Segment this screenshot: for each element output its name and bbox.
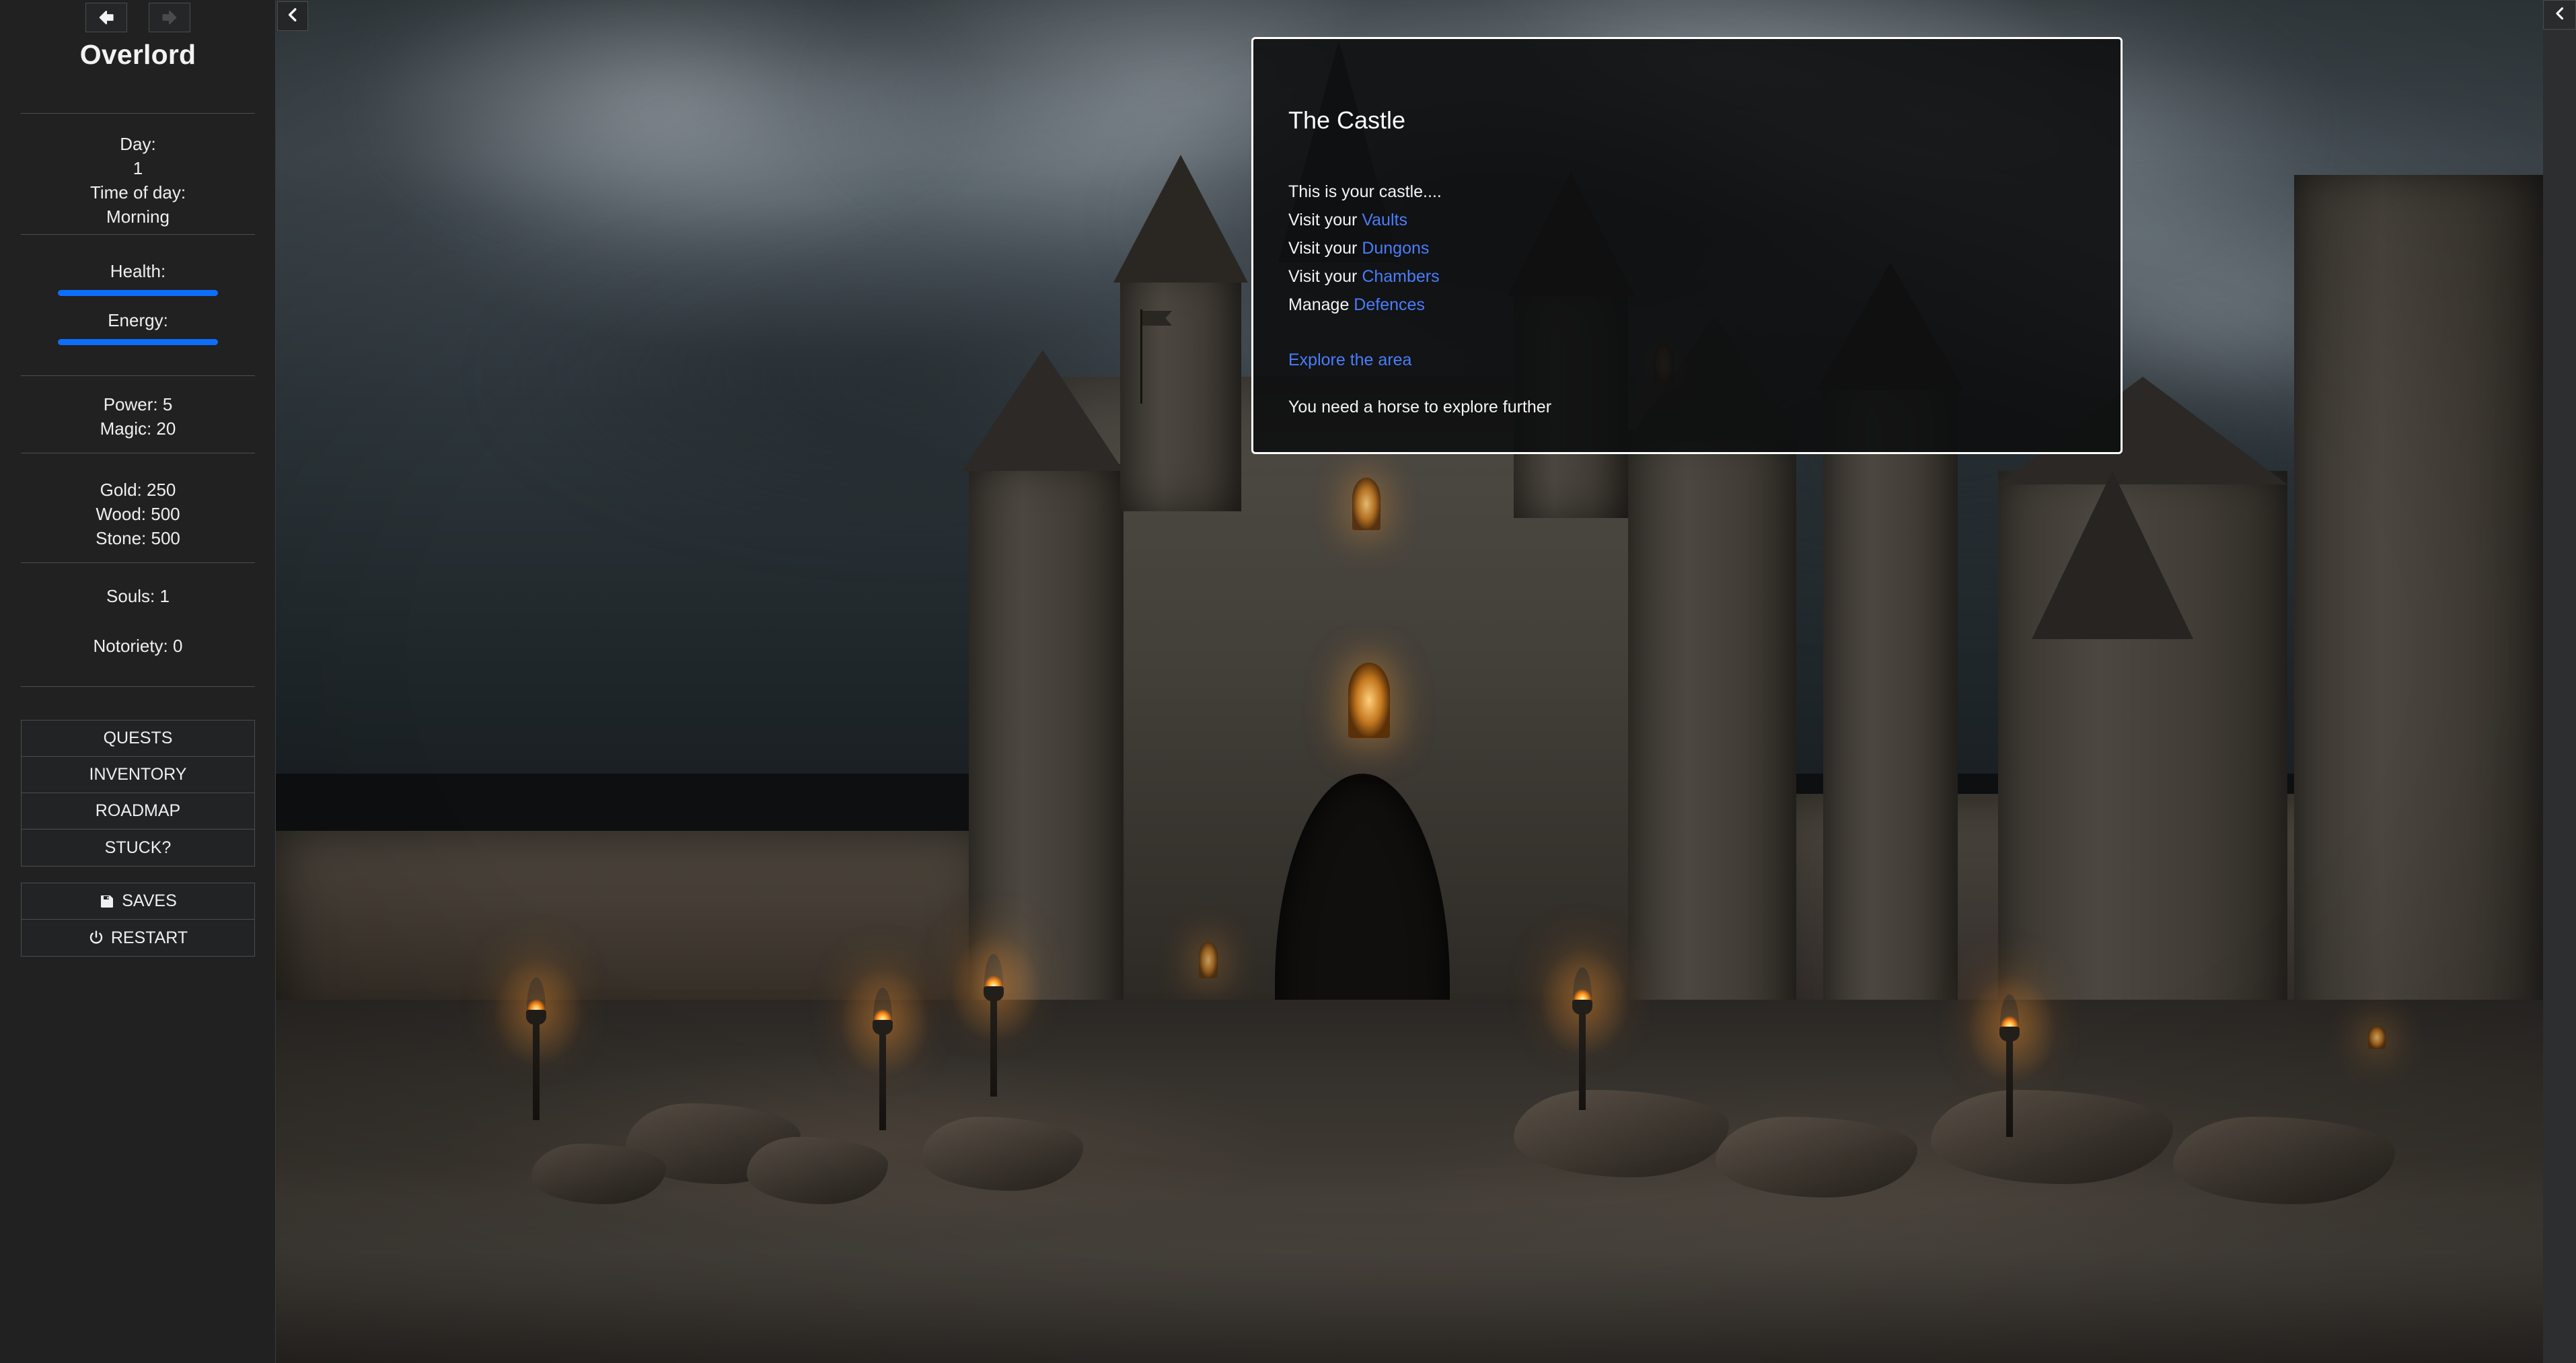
game-app: Overlord Day: 1 Time of day: Morning Hea…	[0, 0, 2576, 1363]
vaults-link[interactable]: Vaults	[1362, 211, 1407, 229]
time-of-day-label: Time of day:	[89, 182, 186, 202]
quests-button[interactable]: QUESTS	[22, 721, 254, 757]
explore-requirement-note: You need a horse to explore further	[1288, 398, 1552, 416]
roadmap-button[interactable]: ROADMAP	[22, 793, 254, 830]
castle-tower-far-right	[2294, 175, 2543, 1070]
gold-stat: Gold: 250	[100, 480, 176, 500]
inventory-button-label: INVENTORY	[89, 765, 187, 784]
restart-button-label: RESTART	[110, 928, 188, 947]
inventory-button[interactable]: INVENTORY	[22, 757, 254, 793]
right-sidebar	[2543, 0, 2576, 1363]
divider-menu	[0, 686, 276, 687]
forward-button[interactable]	[149, 3, 190, 32]
health-bar	[58, 290, 218, 296]
vaults-prefix: Visit your	[1288, 211, 1362, 229]
arrow-left-icon	[97, 8, 116, 27]
saves-button-label: SAVES	[122, 891, 177, 910]
explore-area-link[interactable]: Explore the area	[1288, 351, 1411, 369]
restart-button[interactable]: RESTART	[22, 920, 254, 956]
notoriety-section: Notoriety: 0	[0, 634, 276, 658]
power-stat: Power: 5	[103, 394, 173, 414]
sidebar-nav-row	[0, 3, 276, 32]
arrow-right-icon	[160, 8, 179, 27]
defences-prefix: Manage	[1288, 295, 1354, 314]
health-label: Health:	[110, 261, 166, 281]
spire	[962, 350, 1124, 471]
roadmap-button-label: ROADMAP	[95, 801, 181, 820]
divider-souls	[0, 562, 276, 563]
page-title: Overlord	[79, 39, 196, 70]
chevron-left-icon	[2552, 5, 2568, 25]
attributes-section: Power: 5 Magic: 20	[0, 392, 276, 441]
time-of-day-value: Morning	[106, 207, 170, 227]
stuck-button[interactable]: STUCK?	[22, 830, 254, 866]
castle-turret-c	[1823, 377, 1958, 1076]
floppy-disk-icon	[99, 893, 115, 910]
health-bar-fill	[58, 290, 218, 296]
location-intro: This is your castle....	[1288, 182, 1442, 201]
divider-vitals	[0, 234, 276, 235]
location-panel: The Castle This is your castle.... Visit…	[1251, 37, 2123, 454]
vaults-line: Visit your Vaults	[1288, 206, 2086, 234]
divider-top	[0, 113, 276, 114]
menu-button-group: QUESTS INVENTORY ROADMAP STUCK?	[0, 720, 276, 867]
chambers-line: Visit your Chambers	[1288, 262, 2086, 291]
dungons-prefix: Visit your	[1288, 239, 1362, 258]
lit-window-low-left	[1199, 942, 1218, 978]
castle-tower-right	[1628, 431, 1796, 1049]
resources-section: Gold: 250 Wood: 500 Stone: 500	[0, 478, 276, 550]
energy-label: Energy:	[108, 310, 168, 330]
back-button[interactable]	[85, 3, 127, 32]
day-label: Day:	[120, 134, 156, 154]
defences-line: Manage Defences	[1288, 291, 2086, 319]
explore-line: Explore the area	[1288, 346, 2086, 374]
souls-stat: Souls: 1	[106, 586, 170, 606]
stuck-button-label: STUCK?	[104, 838, 172, 857]
flagpole	[1140, 309, 1142, 404]
lit-window-main	[1348, 663, 1390, 738]
dungons-line: Visit your Dungons	[1288, 234, 2086, 262]
castle-turret-a	[1120, 269, 1241, 511]
notoriety-stat: Notoriety: 0	[93, 636, 183, 656]
left-sidebar: Overlord Day: 1 Time of day: Morning Hea…	[0, 0, 276, 1363]
power-icon	[88, 930, 104, 946]
time-section: Day: 1 Time of day: Morning	[0, 132, 276, 229]
quests-button-label: QUESTS	[103, 729, 173, 747]
souls-section: Souls: 1	[0, 584, 276, 608]
dungons-link[interactable]: Dungons	[1362, 239, 1429, 258]
vitals-section: Health: Energy:	[0, 259, 276, 345]
location-title: The Castle	[1288, 106, 1406, 134]
stone-stat: Stone: 500	[96, 528, 180, 548]
energy-bar	[58, 339, 218, 345]
defences-link[interactable]: Defences	[1354, 295, 1425, 314]
saves-button[interactable]: SAVES	[22, 883, 254, 920]
chevron-left-icon	[284, 6, 301, 27]
spire	[2032, 471, 2193, 639]
wood-stat: Wood: 500	[96, 504, 180, 524]
magic-stat: Magic: 20	[100, 418, 176, 439]
wall-lantern	[2368, 1026, 2386, 1049]
sidebar-collapse-button[interactable]	[277, 1, 308, 31]
system-button-group: SAVES RESTART	[0, 883, 276, 957]
energy-bar-fill	[58, 339, 218, 345]
main-stage: The Castle This is your castle.... Visit…	[276, 0, 2543, 1363]
lit-window-upper	[1352, 478, 1381, 530]
right-sidebar-collapse-button[interactable]	[2543, 0, 2576, 30]
spire	[1113, 155, 1248, 283]
chambers-link[interactable]: Chambers	[1362, 267, 1439, 286]
day-value: 1	[133, 158, 143, 178]
chambers-prefix: Visit your	[1288, 267, 1362, 286]
divider-attributes	[0, 375, 276, 376]
location-body: This is your castle.... Visit your Vault…	[1288, 178, 2086, 421]
